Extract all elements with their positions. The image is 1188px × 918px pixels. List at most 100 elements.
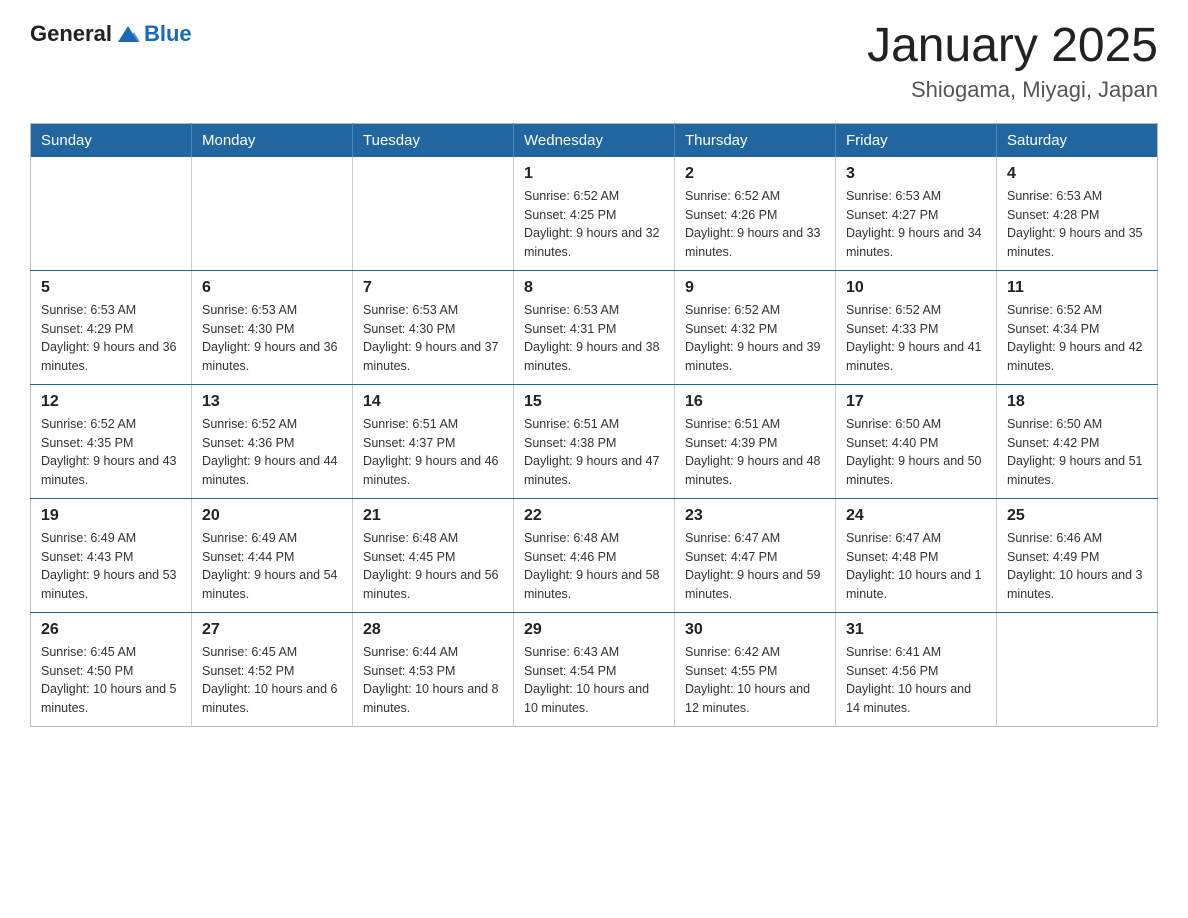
page-header: General Blue January 2025 Shiogama, Miya… bbox=[30, 20, 1158, 103]
day-info: Sunrise: 6:45 AMSunset: 4:52 PMDaylight:… bbox=[202, 643, 342, 718]
day-number: 26 bbox=[41, 621, 181, 639]
day-info: Sunrise: 6:49 AMSunset: 4:43 PMDaylight:… bbox=[41, 529, 181, 604]
weekday-header-saturday: Saturday bbox=[997, 123, 1158, 157]
calendar-cell: 18 Sunrise: 6:50 AMSunset: 4:42 PMDayligh… bbox=[997, 384, 1158, 498]
day-info: Sunrise: 6:47 AMSunset: 4:47 PMDaylight:… bbox=[685, 529, 825, 604]
calendar-cell: 14 Sunrise: 6:51 AMSunset: 4:37 PMDayligh… bbox=[353, 384, 514, 498]
day-info: Sunrise: 6:53 AMSunset: 4:28 PMDaylight:… bbox=[1007, 187, 1147, 262]
day-number: 7 bbox=[363, 279, 503, 297]
day-number: 21 bbox=[363, 507, 503, 525]
calendar-cell: 24 Sunrise: 6:47 AMSunset: 4:48 PMDayligh… bbox=[836, 498, 997, 612]
day-info: Sunrise: 6:45 AMSunset: 4:50 PMDaylight:… bbox=[41, 643, 181, 718]
day-number: 11 bbox=[1007, 279, 1147, 297]
day-info: Sunrise: 6:52 AMSunset: 4:35 PMDaylight:… bbox=[41, 415, 181, 490]
day-number: 25 bbox=[1007, 507, 1147, 525]
calendar-cell: 11 Sunrise: 6:52 AMSunset: 4:34 PMDayligh… bbox=[997, 270, 1158, 384]
day-number: 28 bbox=[363, 621, 503, 639]
logo-general-text: General bbox=[30, 21, 112, 47]
day-info: Sunrise: 6:52 AMSunset: 4:36 PMDaylight:… bbox=[202, 415, 342, 490]
calendar-cell: 26 Sunrise: 6:45 AMSunset: 4:50 PMDayligh… bbox=[31, 612, 192, 726]
calendar-cell: 7 Sunrise: 6:53 AMSunset: 4:30 PMDaylight… bbox=[353, 270, 514, 384]
calendar-cell: 23Sunrise: 6:47 AMSunset: 4:47 PMDayligh… bbox=[675, 498, 836, 612]
day-number: 31 bbox=[846, 621, 986, 639]
calendar-cell: 17Sunrise: 6:50 AMSunset: 4:40 PMDayligh… bbox=[836, 384, 997, 498]
week-row-4: 19 Sunrise: 6:49 AMSunset: 4:43 PMDayligh… bbox=[31, 498, 1158, 612]
day-info: Sunrise: 6:52 AMSunset: 4:25 PMDaylight:… bbox=[524, 187, 664, 262]
calendar-subtitle: Shiogama, Miyagi, Japan bbox=[867, 77, 1158, 103]
logo: General Blue bbox=[30, 20, 192, 48]
day-info: Sunrise: 6:42 AMSunset: 4:55 PMDaylight:… bbox=[685, 643, 825, 718]
calendar-cell bbox=[31, 157, 192, 271]
logo-icon bbox=[114, 20, 142, 48]
day-info: Sunrise: 6:53 AMSunset: 4:30 PMDaylight:… bbox=[202, 301, 342, 376]
day-info: Sunrise: 6:51 AMSunset: 4:39 PMDaylight:… bbox=[685, 415, 825, 490]
week-row-1: 1Sunrise: 6:52 AMSunset: 4:25 PMDaylight… bbox=[31, 157, 1158, 271]
day-number: 19 bbox=[41, 507, 181, 525]
day-info: Sunrise: 6:49 AMSunset: 4:44 PMDaylight:… bbox=[202, 529, 342, 604]
week-row-5: 26 Sunrise: 6:45 AMSunset: 4:50 PMDayligh… bbox=[31, 612, 1158, 726]
day-info: Sunrise: 6:50 AMSunset: 4:42 PMDaylight:… bbox=[1007, 415, 1147, 490]
day-info: Sunrise: 6:52 AMSunset: 4:34 PMDaylight:… bbox=[1007, 301, 1147, 376]
calendar-cell: 15 Sunrise: 6:51 AMSunset: 4:38 PMDayligh… bbox=[514, 384, 675, 498]
day-info: Sunrise: 6:43 AMSunset: 4:54 PMDaylight:… bbox=[524, 643, 664, 718]
calendar-cell: 1Sunrise: 6:52 AMSunset: 4:25 PMDaylight… bbox=[514, 157, 675, 271]
day-info: Sunrise: 6:48 AMSunset: 4:45 PMDaylight:… bbox=[363, 529, 503, 604]
day-info: Sunrise: 6:53 AMSunset: 4:30 PMDaylight:… bbox=[363, 301, 503, 376]
day-number: 29 bbox=[524, 621, 664, 639]
week-row-3: 12 Sunrise: 6:52 AMSunset: 4:35 PMDayligh… bbox=[31, 384, 1158, 498]
calendar-cell: 22Sunrise: 6:48 AMSunset: 4:46 PMDayligh… bbox=[514, 498, 675, 612]
calendar-cell: 30 Sunrise: 6:42 AMSunset: 4:55 PMDayligh… bbox=[675, 612, 836, 726]
day-info: Sunrise: 6:52 AMSunset: 4:26 PMDaylight:… bbox=[685, 187, 825, 262]
day-info: Sunrise: 6:48 AMSunset: 4:46 PMDaylight:… bbox=[524, 529, 664, 604]
day-info: Sunrise: 6:53 AMSunset: 4:31 PMDaylight:… bbox=[524, 301, 664, 376]
day-info: Sunrise: 6:41 AMSunset: 4:56 PMDaylight:… bbox=[846, 643, 986, 718]
day-number: 8 bbox=[524, 279, 664, 297]
calendar-title: January 2025 bbox=[867, 20, 1158, 73]
day-number: 24 bbox=[846, 507, 986, 525]
day-number: 16 bbox=[685, 393, 825, 411]
weekday-header-monday: Monday bbox=[192, 123, 353, 157]
day-info: Sunrise: 6:52 AMSunset: 4:33 PMDaylight:… bbox=[846, 301, 986, 376]
day-number: 2 bbox=[685, 165, 825, 183]
calendar-cell: 20 Sunrise: 6:49 AMSunset: 4:44 PMDayligh… bbox=[192, 498, 353, 612]
day-number: 20 bbox=[202, 507, 342, 525]
day-number: 12 bbox=[41, 393, 181, 411]
weekday-header-row: SundayMondayTuesdayWednesdayThursdayFrid… bbox=[31, 123, 1158, 157]
calendar-cell: 25Sunrise: 6:46 AMSunset: 4:49 PMDayligh… bbox=[997, 498, 1158, 612]
day-info: Sunrise: 6:53 AMSunset: 4:27 PMDaylight:… bbox=[846, 187, 986, 262]
day-info: Sunrise: 6:44 AMSunset: 4:53 PMDaylight:… bbox=[363, 643, 503, 718]
weekday-header-friday: Friday bbox=[836, 123, 997, 157]
calendar-cell: 27 Sunrise: 6:45 AMSunset: 4:52 PMDayligh… bbox=[192, 612, 353, 726]
calendar-cell: 8 Sunrise: 6:53 AMSunset: 4:31 PMDaylight… bbox=[514, 270, 675, 384]
day-number: 30 bbox=[685, 621, 825, 639]
calendar-cell: 10 Sunrise: 6:52 AMSunset: 4:33 PMDayligh… bbox=[836, 270, 997, 384]
day-info: Sunrise: 6:47 AMSunset: 4:48 PMDaylight:… bbox=[846, 529, 986, 604]
calendar-table: SundayMondayTuesdayWednesdayThursdayFrid… bbox=[30, 123, 1158, 727]
day-number: 17 bbox=[846, 393, 986, 411]
day-info: Sunrise: 6:51 AMSunset: 4:37 PMDaylight:… bbox=[363, 415, 503, 490]
calendar-cell: 28 Sunrise: 6:44 AMSunset: 4:53 PMDayligh… bbox=[353, 612, 514, 726]
day-number: 5 bbox=[41, 279, 181, 297]
day-number: 18 bbox=[1007, 393, 1147, 411]
day-number: 14 bbox=[363, 393, 503, 411]
day-number: 27 bbox=[202, 621, 342, 639]
weekday-header-tuesday: Tuesday bbox=[353, 123, 514, 157]
calendar-cell: 12 Sunrise: 6:52 AMSunset: 4:35 PMDayligh… bbox=[31, 384, 192, 498]
calendar-cell bbox=[353, 157, 514, 271]
calendar-cell: 6Sunrise: 6:53 AMSunset: 4:30 PMDaylight… bbox=[192, 270, 353, 384]
calendar-cell: 31 Sunrise: 6:41 AMSunset: 4:56 PMDayligh… bbox=[836, 612, 997, 726]
calendar-cell bbox=[997, 612, 1158, 726]
weekday-header-wednesday: Wednesday bbox=[514, 123, 675, 157]
day-number: 15 bbox=[524, 393, 664, 411]
day-number: 13 bbox=[202, 393, 342, 411]
calendar-cell: 21 Sunrise: 6:48 AMSunset: 4:45 PMDayligh… bbox=[353, 498, 514, 612]
calendar-cell: 13 Sunrise: 6:52 AMSunset: 4:36 PMDayligh… bbox=[192, 384, 353, 498]
calendar-cell: 19 Sunrise: 6:49 AMSunset: 4:43 PMDayligh… bbox=[31, 498, 192, 612]
day-number: 10 bbox=[846, 279, 986, 297]
weekday-header-thursday: Thursday bbox=[675, 123, 836, 157]
day-info: Sunrise: 6:51 AMSunset: 4:38 PMDaylight:… bbox=[524, 415, 664, 490]
logo-blue-text: Blue bbox=[144, 21, 192, 47]
calendar-cell: 29 Sunrise: 6:43 AMSunset: 4:54 PMDayligh… bbox=[514, 612, 675, 726]
title-block: January 2025 Shiogama, Miyagi, Japan bbox=[867, 20, 1158, 103]
week-row-2: 5Sunrise: 6:53 AMSunset: 4:29 PMDaylight… bbox=[31, 270, 1158, 384]
